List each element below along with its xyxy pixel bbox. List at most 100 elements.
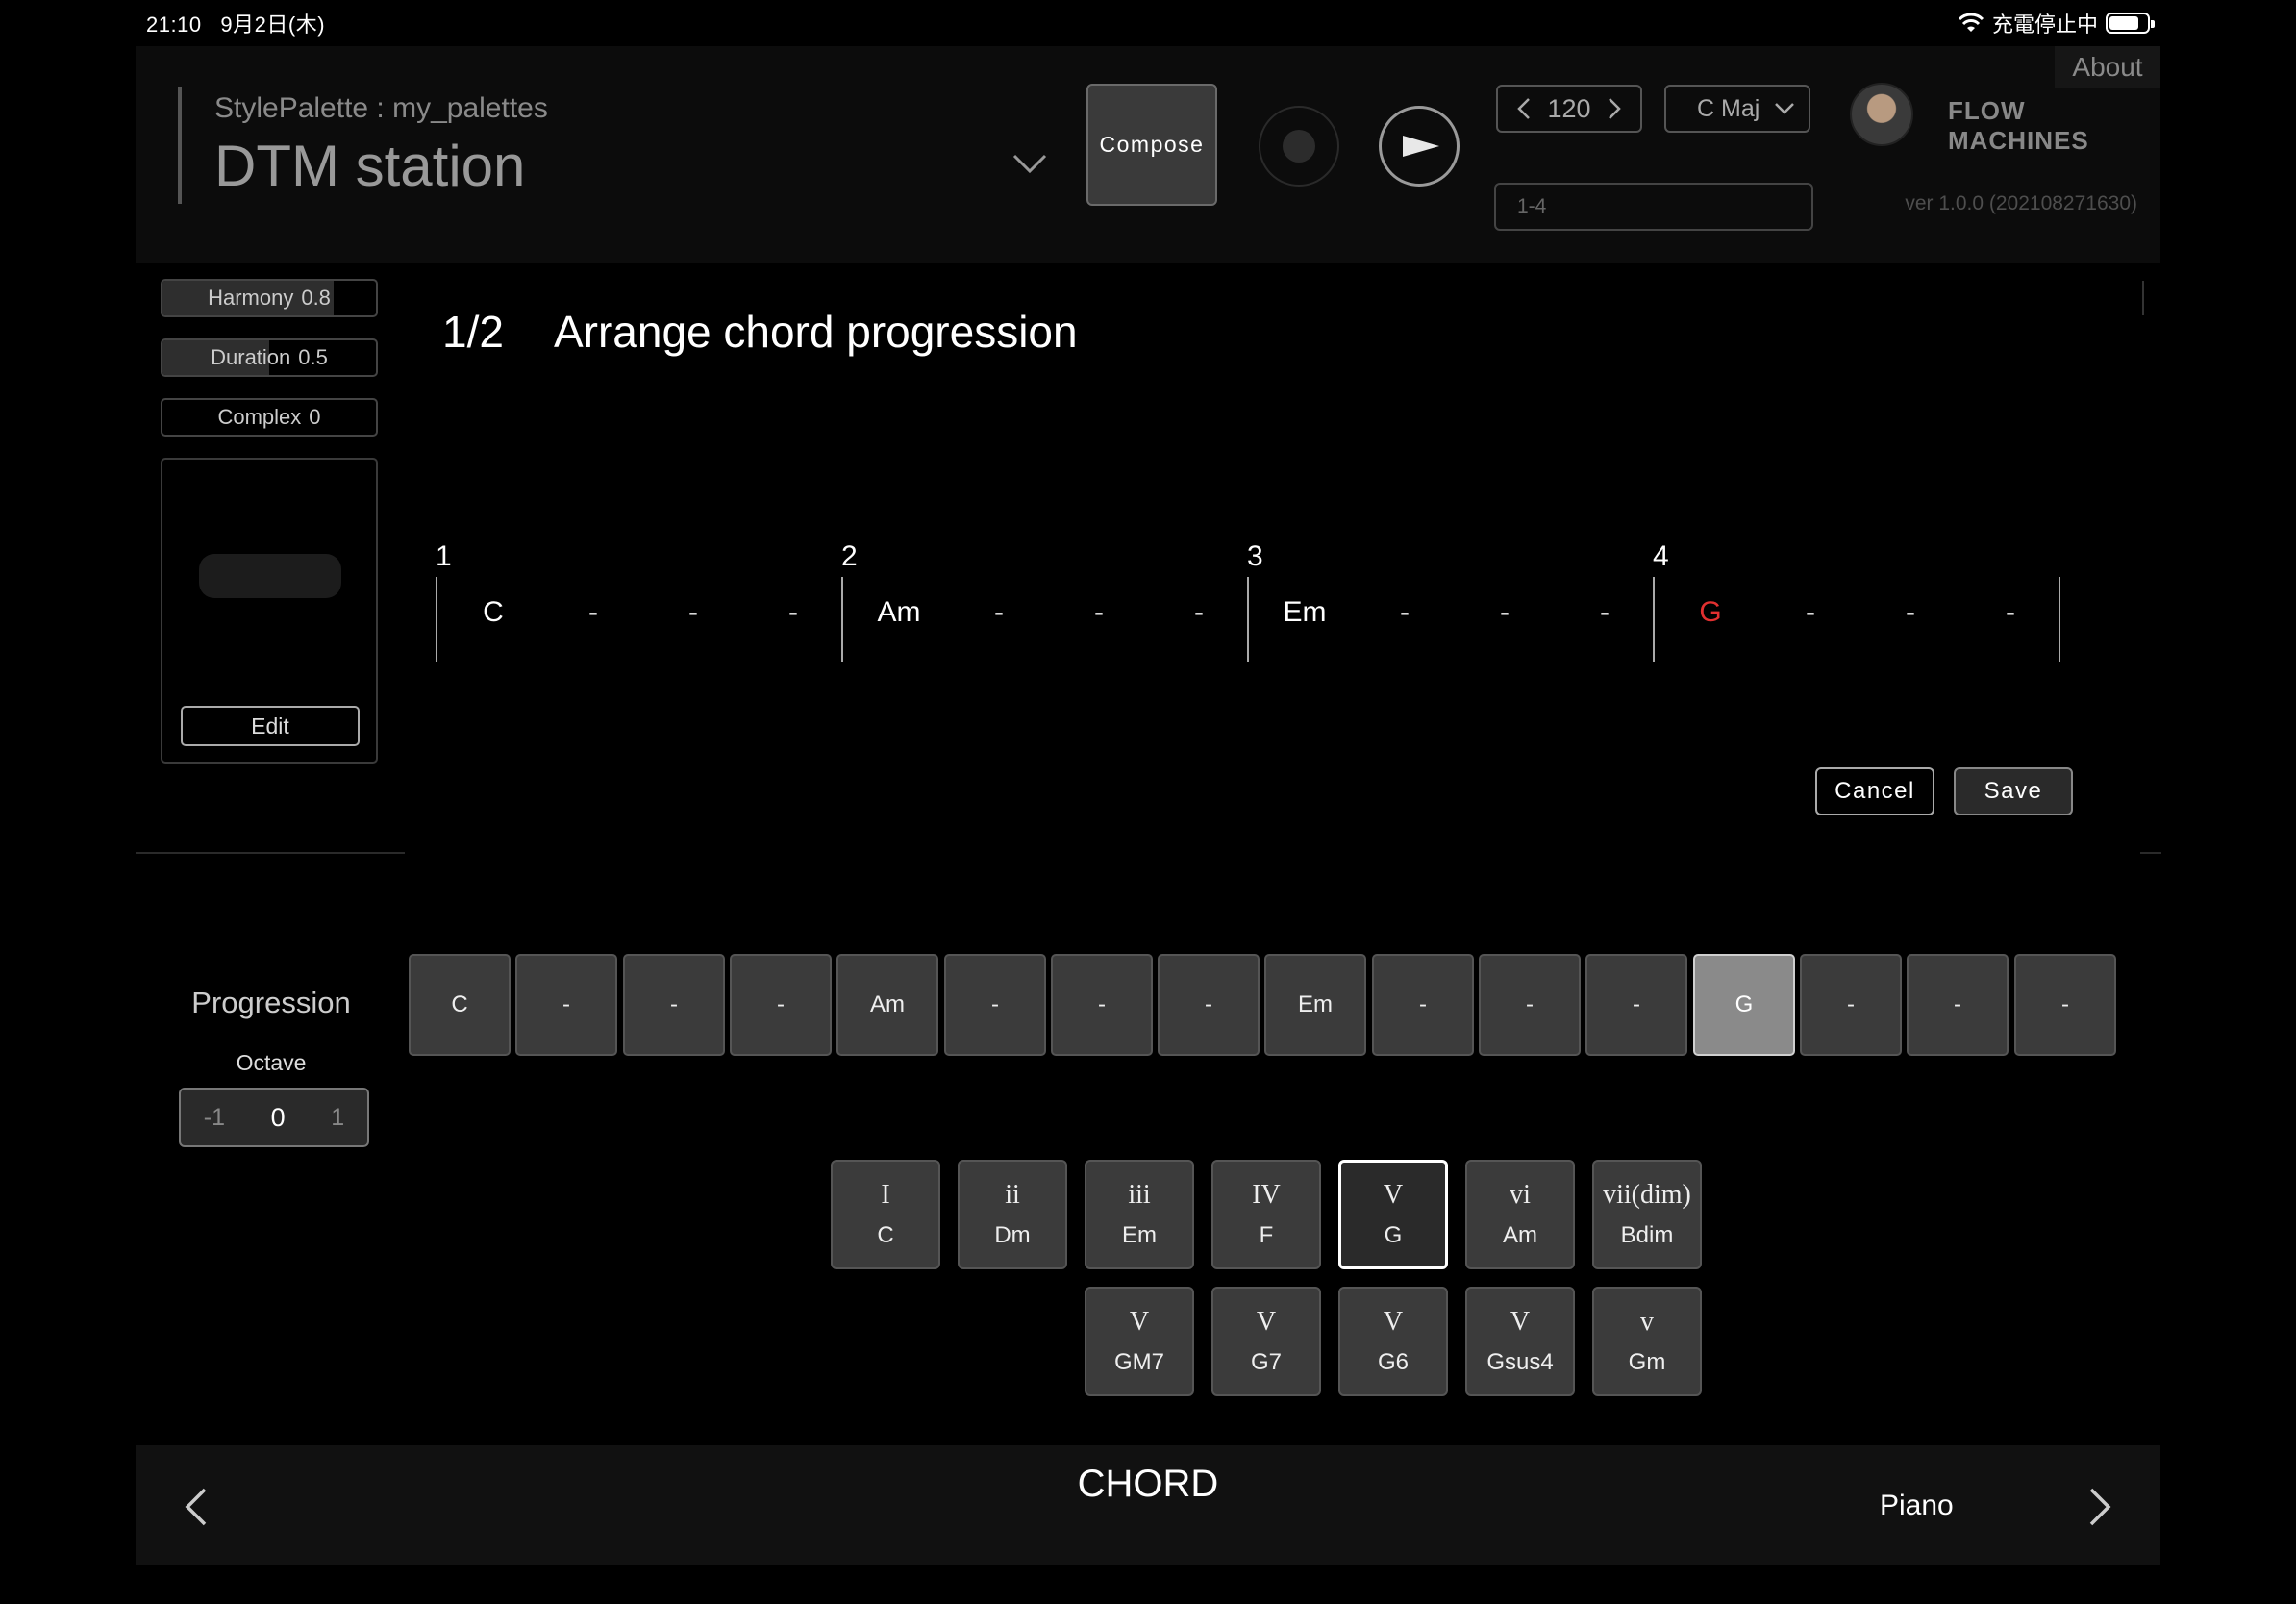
key-value: C Maj [1697,94,1760,122]
progression-cell[interactable]: - [1585,954,1687,1056]
chevron-left-icon[interactable] [1517,97,1531,120]
complex-label: Complex [217,405,302,429]
progression-cell[interactable]: Em [1264,954,1366,1056]
chord-slot[interactable]: - [961,596,1037,629]
brand-logo: FLOW MACHINES [1948,96,2089,155]
octave-option-plus[interactable]: 1 [331,1104,344,1132]
harmony-label: Harmony [208,286,294,310]
harmony-slider[interactable]: Harmony 0.8 [161,279,378,317]
chord-slot[interactable]: - [755,596,832,629]
chord-slot[interactable]: - [1972,596,2049,629]
chevron-right-icon[interactable] [2087,1486,2114,1528]
chord-degree-button[interactable]: iii Em [1085,1160,1194,1269]
progression-cell[interactable]: - [2014,954,2116,1056]
harmony-value: 0.8 [301,286,331,310]
chord-slot[interactable]: G [1672,596,1749,629]
progression-cell[interactable]: - [1907,954,2009,1056]
degree-chord: F [1259,1222,1274,1248]
chord-slot[interactable]: - [555,596,632,629]
key-select[interactable]: C Maj [1664,85,1810,133]
bar-line [436,577,437,662]
cancel-button[interactable]: Cancel [1815,767,1934,815]
status-date: 9月2日(木) [220,13,326,37]
degree-roman: v [1640,1307,1654,1337]
play-button[interactable] [1379,106,1460,187]
chord-degree-button[interactable]: IC [831,1160,940,1269]
degree-roman: ii [1005,1180,1020,1210]
compose-button[interactable]: Compose [1086,84,1217,206]
chord-slot[interactable]: C [455,596,532,629]
record-button[interactable] [1259,106,1339,187]
tempo-value: 120 [1547,93,1591,123]
progression-cell[interactable]: - [1372,954,1474,1056]
degree-chord: Am [1503,1222,1537,1248]
degree-roman: V [1129,1307,1150,1337]
chord-slot[interactable]: - [1160,596,1237,629]
chord-slot[interactable]: - [1061,596,1137,629]
duration-label: Duration [211,345,291,369]
battery-icon [2106,13,2155,34]
chord-degree-button[interactable]: V G6 [1338,1287,1448,1396]
degree-roman: V [1510,1307,1531,1337]
chevron-down-icon[interactable] [1011,152,1049,175]
progression-cell[interactable]: - [1800,954,1902,1056]
chord-slot[interactable]: - [1772,596,1849,629]
chord-degree-button[interactable]: V G7 [1211,1287,1321,1396]
chord-degree-button[interactable]: IV F [1211,1160,1321,1269]
degree-chord: Gm [1628,1349,1666,1375]
chord-slot[interactable]: - [1872,596,1949,629]
range-input[interactable] [1494,183,1813,231]
chord-degree-button[interactable]: vi Am [1465,1160,1575,1269]
project-title[interactable]: DTM station [214,133,525,199]
degree-roman: vii(dim) [1603,1180,1691,1210]
progression-cell[interactable]: - [1051,954,1153,1056]
progression-cell[interactable]: - [1479,954,1581,1056]
chord-degree-button[interactable]: VG [1338,1160,1448,1269]
editor-title: Arrange chord progression [553,307,1078,357]
chord-degree-button[interactable]: v Gm [1592,1287,1702,1396]
degree-roman: IV [1252,1180,1281,1210]
chord-slot[interactable]: - [1466,596,1543,629]
degree-chord: G [1384,1222,1403,1248]
style-palette-preview: Edit [161,458,378,764]
instrument-label[interactable]: Piano [1880,1490,1954,1522]
octave-option-minus[interactable]: -1 [204,1104,225,1132]
chord-degree-button[interactable]: V GM7 [1085,1287,1194,1396]
about-button[interactable]: About [2055,46,2160,88]
octave-label: Octave [236,1050,307,1075]
duration-slider[interactable]: Duration 0.5 [161,338,378,377]
progression-cell[interactable]: - [1158,954,1260,1056]
chord-degree-button[interactable]: V Gsus4 [1465,1287,1575,1396]
progression-cell[interactable]: - [730,954,832,1056]
complex-slider[interactable]: Complex 0 [161,398,378,437]
chord-slot[interactable]: - [1366,596,1443,629]
progression-cell[interactable]: C [409,954,511,1056]
degree-chord: Gsus4 [1486,1349,1554,1375]
degree-roman: iii [1128,1180,1151,1210]
progression-cell[interactable]: - [944,954,1046,1056]
avatar[interactable] [1850,83,1913,146]
degree-roman: I [881,1180,890,1210]
bar-line-end [2059,577,2060,662]
progression-cell[interactable]: Am [836,954,938,1056]
save-button[interactable]: Save [1954,767,2073,815]
chord-slot[interactable]: Em [1266,596,1343,629]
chord-slot[interactable]: - [655,596,732,629]
progression-cell[interactable]: G [1693,954,1795,1056]
edit-button[interactable]: Edit [181,706,360,746]
status-clock: 21:10 [146,13,202,37]
chord-degree-button[interactable]: vii(dim) Bdim [1592,1160,1702,1269]
status-right: 充電停止中 [1958,8,2155,38]
degree-roman: V [1383,1180,1404,1210]
octave-selector[interactable]: -1 0 1 [179,1088,369,1147]
chevron-right-icon[interactable] [1608,97,1621,120]
tempo-stepper[interactable]: 120 [1496,85,1642,133]
chord-degree-button[interactable]: ii Dm [958,1160,1067,1269]
progression-cell[interactable]: - [515,954,617,1056]
octave-option-zero[interactable]: 0 [271,1103,286,1133]
degree-roman: V [1256,1307,1277,1337]
chord-slot[interactable]: - [1566,596,1643,629]
wifi-icon [1958,13,1984,32]
progression-cell[interactable]: - [623,954,725,1056]
chord-slot[interactable]: Am [861,596,937,629]
